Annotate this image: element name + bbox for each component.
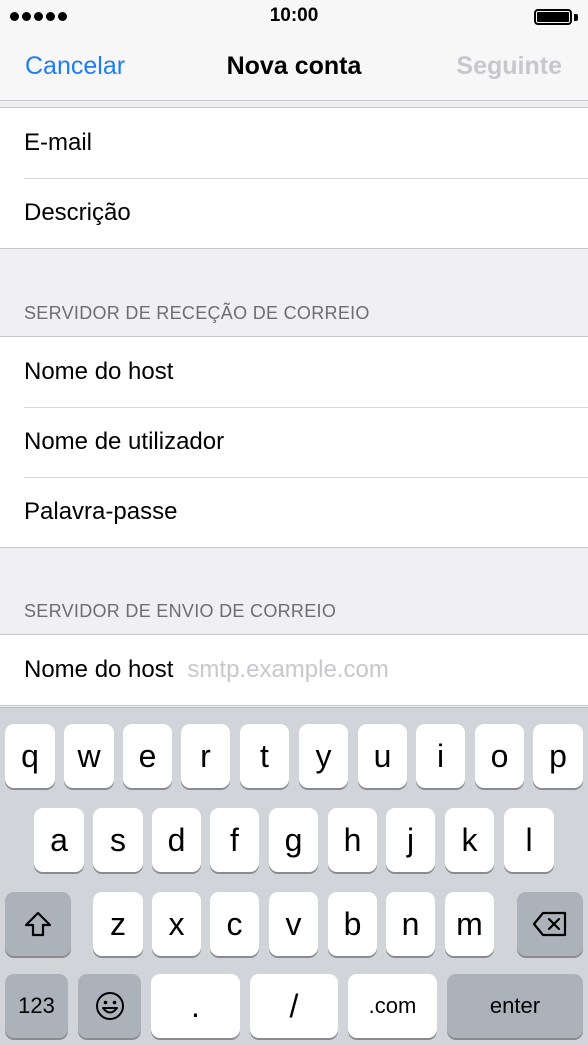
key-c[interactable]: c	[210, 892, 259, 956]
key-z[interactable]: z	[93, 892, 143, 956]
incoming-username-field[interactable]: Nome de utilizador	[0, 407, 588, 477]
key-v[interactable]: v	[269, 892, 318, 956]
outgoing-host-placeholder: smtp.example.com	[187, 656, 389, 683]
key-g[interactable]: g	[269, 808, 318, 872]
battery-tip	[574, 14, 578, 21]
key-l[interactable]: l	[504, 808, 554, 872]
delete-key[interactable]	[517, 892, 583, 956]
key-s[interactable]: s	[93, 808, 143, 872]
status-bar: 10:00	[0, 0, 588, 34]
enter-key[interactable]: enter	[447, 974, 583, 1038]
status-time: 10:00	[269, 5, 319, 26]
keyboard: q w e r t y u i o p a s d f g h j k l z …	[0, 707, 588, 1045]
backspace-icon	[532, 911, 567, 937]
key-p[interactable]: p	[533, 724, 583, 788]
key-q[interactable]: q	[5, 724, 55, 788]
key-b[interactable]: b	[328, 892, 377, 956]
battery-icon	[534, 9, 572, 25]
outgoing-host-label: Nome do host	[24, 656, 174, 683]
incoming-server-group: Nome do host Nome de utilizador Palavra-…	[0, 336, 588, 548]
key-x[interactable]: x	[152, 892, 201, 956]
outgoing-server-group: Nome do host smtp.example.com	[0, 634, 588, 706]
description-label: Descrição	[24, 199, 131, 226]
key-w[interactable]: w	[64, 724, 114, 788]
account-group: E-mail Descrição	[0, 107, 588, 249]
slash-key[interactable]: /	[250, 974, 338, 1038]
key-n[interactable]: n	[386, 892, 435, 956]
outgoing-section-header: SERVIDOR DE ENVIO DE CORREIO	[24, 601, 337, 621]
description-field[interactable]: Descrição	[0, 178, 588, 248]
shift-icon	[24, 911, 52, 937]
key-m[interactable]: m	[445, 892, 494, 956]
incoming-section-header: SERVIDOR DE RECEÇÃO DE CORREIO	[24, 303, 370, 323]
email-field[interactable]: E-mail	[0, 108, 588, 178]
key-u[interactable]: u	[358, 724, 407, 788]
key-j[interactable]: j	[386, 808, 435, 872]
incoming-username-label: Nome de utilizador	[24, 428, 225, 455]
dot-key[interactable]: .	[151, 974, 240, 1038]
outgoing-host-field[interactable]: Nome do host smtp.example.com	[0, 635, 588, 705]
key-r[interactable]: r	[181, 724, 230, 788]
email-label: E-mail	[24, 129, 93, 156]
shift-key[interactable]	[5, 892, 71, 956]
incoming-password-field[interactable]: Palavra-passe	[0, 477, 588, 547]
emoji-icon	[95, 992, 124, 1020]
dotcom-key[interactable]: .com	[348, 974, 437, 1038]
incoming-password-label: Palavra-passe	[24, 498, 178, 525]
key-y[interactable]: y	[299, 724, 348, 788]
key-o[interactable]: o	[475, 724, 524, 788]
key-e[interactable]: e	[123, 724, 172, 788]
key-h[interactable]: h	[328, 808, 377, 872]
key-d[interactable]: d	[152, 808, 201, 872]
next-button[interactable]: Seguinte	[456, 52, 562, 81]
numbers-key[interactable]: 123	[5, 974, 68, 1038]
key-t[interactable]: t	[240, 724, 289, 788]
key-a[interactable]: a	[34, 808, 84, 872]
navigation-bar: Cancelar Nova conta Seguinte	[0, 34, 588, 101]
incoming-host-label: Nome do host	[24, 358, 174, 385]
incoming-host-field[interactable]: Nome do host	[0, 337, 588, 407]
key-k[interactable]: k	[445, 808, 494, 872]
emoji-key[interactable]	[78, 974, 141, 1038]
key-f[interactable]: f	[210, 808, 259, 872]
key-i[interactable]: i	[416, 724, 465, 788]
